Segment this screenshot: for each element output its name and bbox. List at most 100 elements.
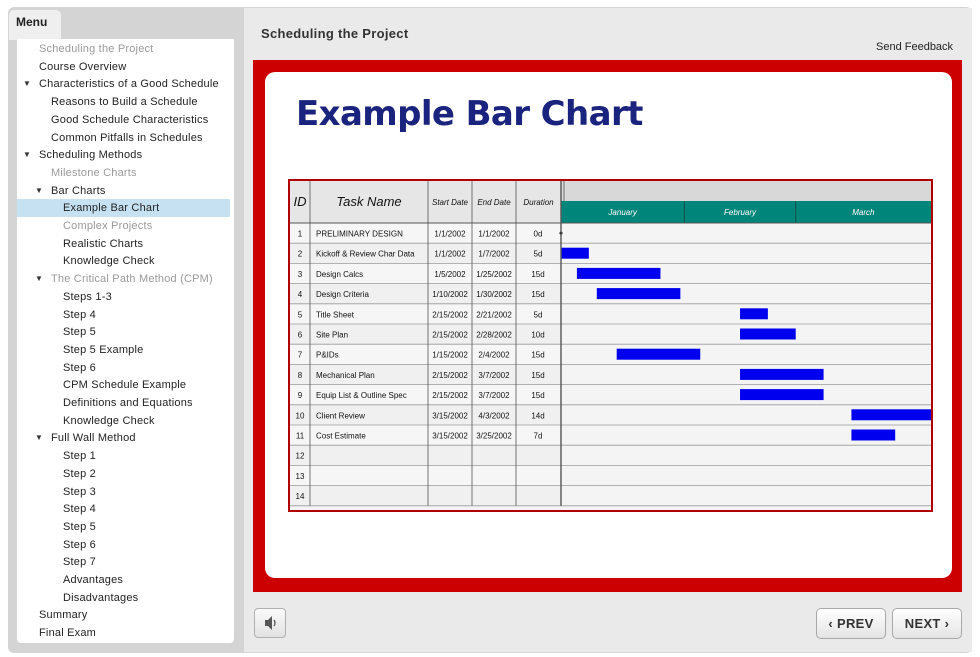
menu-item[interactable]: Step 6 — [17, 359, 230, 377]
menu-item-label: The Critical Path Method (CPM) — [51, 273, 213, 286]
gantt-cell-task: Site Plan — [316, 331, 348, 340]
menu-item[interactable]: CPM Schedule Example — [17, 376, 230, 394]
chevron-left-icon: ‹ — [828, 616, 834, 631]
gantt-cell-end: 1/7/2002 — [478, 250, 510, 259]
chevron-down-icon: ▼ — [23, 150, 32, 160]
gantt-column-header: Start Date — [432, 198, 469, 207]
menu-item-label: CPM Schedule Example — [63, 379, 187, 392]
gantt-cell-end: 1/25/2002 — [476, 270, 512, 279]
menu-item[interactable]: Knowledge Check — [17, 412, 230, 430]
menu-item[interactable]: Step 1 — [17, 447, 230, 465]
menu-item[interactable]: Disadvantages — [17, 589, 230, 607]
prev-button[interactable]: ‹ PREV — [816, 608, 886, 639]
menu-item[interactable]: Good Schedule Characteristics — [17, 111, 230, 129]
menu-item-label: Disadvantages — [63, 591, 139, 604]
gantt-cell-start: 1/1/2002 — [434, 250, 466, 259]
slide-heading: Example Bar Chart — [296, 94, 643, 134]
menu-item-label: Scheduling the Project — [39, 43, 154, 55]
menu-item[interactable]: ▼ Full Wall Method — [17, 429, 230, 447]
gantt-month-label: February — [724, 208, 757, 217]
gantt-cell-start: 3/15/2002 — [432, 432, 468, 441]
menu-item[interactable]: ▼ Bar Charts — [17, 182, 230, 200]
volume-button[interactable] — [254, 608, 286, 638]
menu-item[interactable]: Advantages — [17, 571, 230, 589]
menu-item[interactable]: ▼ The Critical Path Method (CPM) — [17, 270, 230, 288]
gantt-bar — [616, 348, 701, 360]
menu-item[interactable]: Example Bar Chart — [17, 199, 230, 218]
gantt-cell-task: Equip List & Outline Spec — [316, 391, 407, 400]
gantt-cell-end: 3/7/2002 — [478, 391, 510, 400]
menu-item[interactable]: Step 6 — [17, 536, 230, 554]
gantt-bar — [740, 308, 768, 320]
menu-item[interactable]: Step 7 — [17, 553, 230, 571]
menu-item-label: Step 1 — [63, 450, 97, 463]
menu-item[interactable]: Steps 1-3 — [17, 288, 230, 306]
gantt-cell-start: 2/15/2002 — [432, 331, 468, 340]
menu-item[interactable]: ▼ Scheduling Methods — [17, 146, 230, 164]
menu-item[interactable]: Common Pitfalls in Schedules — [17, 129, 230, 147]
menu-item[interactable]: Step 4 — [17, 306, 230, 324]
menu-item-label: Final Exam — [39, 627, 97, 640]
menu-item[interactable]: Step 2 — [17, 465, 230, 483]
gantt-cell-end: 3/25/2002 — [476, 432, 512, 441]
gantt-cell-duration: 14d — [531, 411, 544, 420]
gantt-cell-id: 9 — [298, 391, 303, 400]
menu-item[interactable]: Step 4 — [17, 500, 230, 518]
gantt-cell-id: 1 — [298, 230, 303, 239]
menu-item[interactable]: Step 3 — [17, 483, 230, 501]
menu-item-label: Scheduling Methods — [39, 149, 143, 162]
gantt-chart: ID Task Name Start Date End Date Duration Jan… — [288, 179, 933, 512]
gantt-cell-task: Kickoff & Review Char Data — [316, 250, 415, 259]
menu-item[interactable]: Realistic Charts — [17, 235, 230, 253]
gantt-cell-start: 1/10/2002 — [432, 290, 468, 299]
menu-item[interactable]: Course Overview — [17, 58, 230, 76]
menu-item-label: Realistic Charts — [63, 237, 144, 250]
gantt-bar — [851, 429, 896, 441]
menu-item[interactable]: Final Exam — [17, 624, 230, 642]
gantt-cell-task: P&IDs — [316, 351, 339, 360]
menu-item-label: Step 2 — [63, 467, 97, 480]
gantt-bar — [596, 288, 681, 300]
next-label: NEXT — [904, 616, 941, 631]
gantt-cell-end: 2/28/2002 — [476, 331, 512, 340]
gantt-cell-start: 2/15/2002 — [432, 371, 468, 380]
gantt-cell-duration: 5d — [534, 310, 543, 319]
menu-item[interactable]: Definitions and Equations — [17, 394, 230, 412]
speaker-icon — [265, 616, 276, 630]
gantt-cell-task: Design Criteria — [316, 290, 369, 299]
gantt-cell-task: Client Review — [316, 411, 365, 420]
gantt-cell-duration: 5d — [534, 250, 543, 259]
menu-item[interactable]: Step 5 Example — [17, 341, 230, 359]
menu-item[interactable]: Scheduling the Project — [17, 40, 230, 58]
menu-item[interactable]: Reasons to Build a Schedule — [17, 93, 230, 111]
menu-item[interactable]: Knowledge Check — [17, 252, 230, 270]
gantt-cell-id: 5 — [298, 310, 303, 319]
menu-item[interactable]: ▼ Characteristics of a Good Schedule — [17, 75, 230, 93]
menu-item[interactable]: Complex Projects — [17, 217, 230, 235]
gantt-cell-end: 4/3/2002 — [478, 411, 510, 420]
chevron-down-icon: ▼ — [35, 274, 44, 284]
gantt-row-bg — [290, 465, 561, 486]
menu-item[interactable]: Summary — [17, 606, 230, 624]
prev-label: PREV — [836, 616, 874, 631]
gantt-cell-id: 6 — [298, 331, 303, 340]
gantt-cell-id: 11 — [296, 432, 305, 441]
menu-item[interactable]: Step 5 — [17, 323, 230, 341]
gantt-chart-svg: ID Task Name Start Date End Date Duration Jan… — [290, 181, 931, 510]
gantt-cell-id: 4 — [298, 290, 303, 299]
gantt-cell-duration: 15d — [531, 290, 544, 299]
send-feedback-link[interactable]: Send Feedback — [876, 41, 953, 53]
menu-item-label: Step 4 — [63, 503, 97, 516]
gantt-row-bg — [290, 445, 561, 466]
menu-item[interactable]: Milestone Charts — [17, 164, 230, 182]
gantt-month-label: March — [852, 208, 875, 217]
gantt-cell-id: 2 — [298, 250, 303, 259]
menu-item[interactable]: Step 5 — [17, 518, 230, 536]
menu-item-label: Complex Projects — [63, 220, 153, 232]
gantt-cell-id: 13 — [296, 472, 305, 481]
chevron-down-icon: ▼ — [35, 185, 44, 195]
next-button[interactable]: NEXT › — [892, 608, 962, 639]
gantt-cell-duration: 15d — [531, 371, 544, 380]
gantt-cell-duration: 7d — [534, 432, 543, 441]
menu-tab[interactable]: Menu — [9, 10, 61, 40]
